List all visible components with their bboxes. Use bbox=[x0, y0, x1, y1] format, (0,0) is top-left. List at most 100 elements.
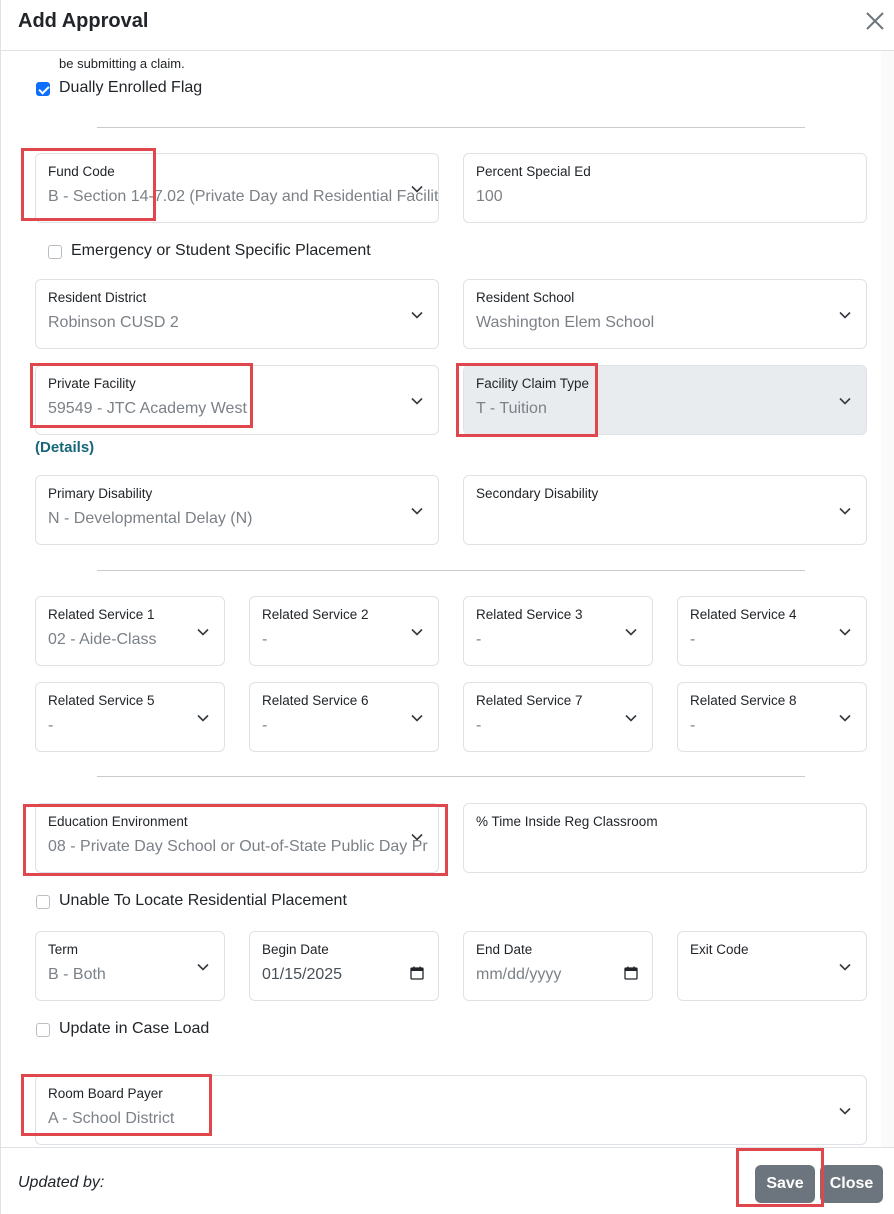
emergency-placement-label: Emergency or Student Specific Placement bbox=[71, 242, 371, 259]
chevron-down-icon bbox=[411, 397, 423, 405]
chevron-down-icon bbox=[839, 628, 851, 636]
resident-district-select[interactable]: Resident District Robinson CUSD 2 bbox=[35, 279, 439, 349]
time-inside-reg-classroom-field[interactable]: % Time Inside Reg Classroom bbox=[463, 803, 867, 873]
chevron-down-icon bbox=[839, 397, 851, 405]
chevron-down-icon bbox=[625, 714, 637, 722]
chevron-down-icon bbox=[411, 507, 423, 515]
related-service-label: Related Service 1 bbox=[48, 607, 155, 622]
related-service-5-select[interactable]: Related Service 5 - bbox=[35, 682, 225, 752]
related-service-2-select[interactable]: Related Service 2 - bbox=[249, 596, 439, 666]
primary-disability-label: Primary Disability bbox=[48, 486, 153, 501]
education-environment-label: Education Environment bbox=[48, 814, 188, 829]
calendar-icon[interactable] bbox=[410, 966, 424, 980]
fund-code-select[interactable]: Fund Code B - Section 14-7.02 (Private D… bbox=[35, 153, 439, 223]
related-service-label: Related Service 7 bbox=[476, 693, 583, 708]
modal-header: Add Approval bbox=[1, 0, 894, 51]
chevron-down-icon bbox=[197, 628, 209, 636]
related-service-3-select[interactable]: Related Service 3 - bbox=[463, 596, 653, 666]
private-facility-select[interactable]: Private Facility 59549 - JTC Academy Wes… bbox=[35, 365, 439, 435]
facility-claim-type-value: T - Tuition bbox=[476, 400, 547, 417]
resident-district-value: Robinson CUSD 2 bbox=[48, 314, 179, 331]
related-service-value: - bbox=[476, 717, 482, 734]
related-service-4-select[interactable]: Related Service 4 - bbox=[677, 596, 867, 666]
chevron-down-icon bbox=[411, 185, 423, 193]
related-service-7-select[interactable]: Related Service 7 - bbox=[463, 682, 653, 752]
resident-school-value: Washington Elem School bbox=[476, 314, 655, 331]
resident-district-label: Resident District bbox=[48, 290, 147, 305]
related-service-label: Related Service 5 bbox=[48, 693, 155, 708]
chevron-down-icon bbox=[197, 714, 209, 722]
close-icon[interactable] bbox=[863, 9, 887, 33]
related-service-label: Related Service 6 bbox=[262, 693, 369, 708]
term-label: Term bbox=[48, 942, 78, 957]
details-link[interactable]: (Details) bbox=[35, 439, 94, 456]
time-inside-reg-classroom-label: % Time Inside Reg Classroom bbox=[476, 814, 658, 829]
education-environment-select[interactable]: Education Environment 08 - Private Day S… bbox=[35, 803, 439, 873]
secondary-disability-label: Secondary Disability bbox=[476, 486, 599, 501]
related-service-value: 02 - Aide-Class bbox=[48, 631, 157, 648]
related-service-value: - bbox=[262, 631, 268, 648]
secondary-disability-select[interactable]: Secondary Disability bbox=[463, 475, 867, 545]
section-divider bbox=[97, 776, 805, 777]
dually-enrolled-label: Dually Enrolled Flag bbox=[59, 79, 203, 96]
education-environment-value: 08 - Private Day School or Out-of-State … bbox=[48, 838, 428, 855]
related-service-value: - bbox=[690, 717, 696, 734]
modal-footer: Updated by: Save Close bbox=[1, 1147, 894, 1214]
private-facility-value: 59549 - JTC Academy West bbox=[48, 400, 247, 417]
chevron-down-icon bbox=[839, 963, 851, 971]
term-value: B - Both bbox=[48, 966, 106, 983]
chevron-down-icon bbox=[625, 628, 637, 636]
fund-code-label: Fund Code bbox=[48, 164, 115, 179]
claim-note: be submitting a claim. bbox=[59, 56, 185, 71]
updated-by-label: Updated by: bbox=[18, 1174, 105, 1191]
modal-scrollbar[interactable] bbox=[881, 51, 894, 1147]
related-service-value: - bbox=[48, 717, 54, 734]
exit-code-label: Exit Code bbox=[690, 942, 749, 957]
modal-title: Add Approval bbox=[18, 10, 149, 32]
update-caseload-checkbox[interactable] bbox=[36, 1023, 50, 1037]
related-service-label: Related Service 4 bbox=[690, 607, 797, 622]
related-service-1-select[interactable]: Related Service 1 02 - Aide-Class bbox=[35, 596, 225, 666]
related-service-value: - bbox=[262, 717, 268, 734]
related-service-label: Related Service 8 bbox=[690, 693, 797, 708]
unable-locate-label: Unable To Locate Residential Placement bbox=[59, 892, 347, 909]
exit-code-select[interactable]: Exit Code bbox=[677, 931, 867, 1001]
related-service-value: - bbox=[690, 631, 696, 648]
facility-claim-type-label: Facility Claim Type bbox=[476, 376, 590, 391]
chevron-down-icon bbox=[411, 628, 423, 636]
end-date-label: End Date bbox=[476, 942, 533, 957]
percent-special-ed-label: Percent Special Ed bbox=[476, 164, 591, 179]
room-board-payer-select[interactable]: Room Board Payer A - School District bbox=[35, 1075, 867, 1145]
resident-school-label: Resident School bbox=[476, 290, 575, 305]
facility-claim-type-select[interactable]: Facility Claim Type T - Tuition bbox=[463, 365, 867, 435]
section-divider bbox=[97, 127, 805, 128]
section-divider bbox=[97, 570, 805, 571]
calendar-icon[interactable] bbox=[624, 966, 638, 980]
term-select[interactable]: Term B - Both bbox=[35, 931, 225, 1001]
begin-date-input[interactable]: Begin Date 01/15/2025 bbox=[249, 931, 439, 1001]
chevron-down-icon bbox=[839, 311, 851, 319]
related-service-6-select[interactable]: Related Service 6 - bbox=[249, 682, 439, 752]
related-service-8-select[interactable]: Related Service 8 - bbox=[677, 682, 867, 752]
emergency-placement-checkbox[interactable] bbox=[48, 245, 62, 259]
save-button[interactable]: Save bbox=[755, 1165, 815, 1203]
chevron-down-icon bbox=[411, 714, 423, 722]
primary-disability-value: N - Developmental Delay (N) bbox=[48, 510, 253, 527]
chevron-down-icon bbox=[839, 507, 851, 515]
begin-date-label: Begin Date bbox=[262, 942, 329, 957]
dually-enrolled-checkbox[interactable] bbox=[36, 82, 50, 96]
related-service-label: Related Service 3 bbox=[476, 607, 583, 622]
unable-locate-checkbox[interactable] bbox=[36, 895, 50, 909]
room-board-payer-label: Room Board Payer bbox=[48, 1086, 163, 1101]
private-facility-label: Private Facility bbox=[48, 376, 136, 391]
percent-special-ed-field[interactable]: Percent Special Ed 100 bbox=[463, 153, 867, 223]
primary-disability-select[interactable]: Primary Disability N - Developmental Del… bbox=[35, 475, 439, 545]
end-date-input[interactable]: End Date mm/dd/yyyy bbox=[463, 931, 653, 1001]
begin-date-value: 01/15/2025 bbox=[262, 966, 343, 983]
close-button[interactable]: Close bbox=[820, 1165, 883, 1203]
chevron-down-icon bbox=[197, 963, 209, 971]
resident-school-select[interactable]: Resident School Washington Elem School bbox=[463, 279, 867, 349]
chevron-down-icon bbox=[839, 714, 851, 722]
chevron-down-icon bbox=[411, 833, 423, 841]
related-service-label: Related Service 2 bbox=[262, 607, 369, 622]
